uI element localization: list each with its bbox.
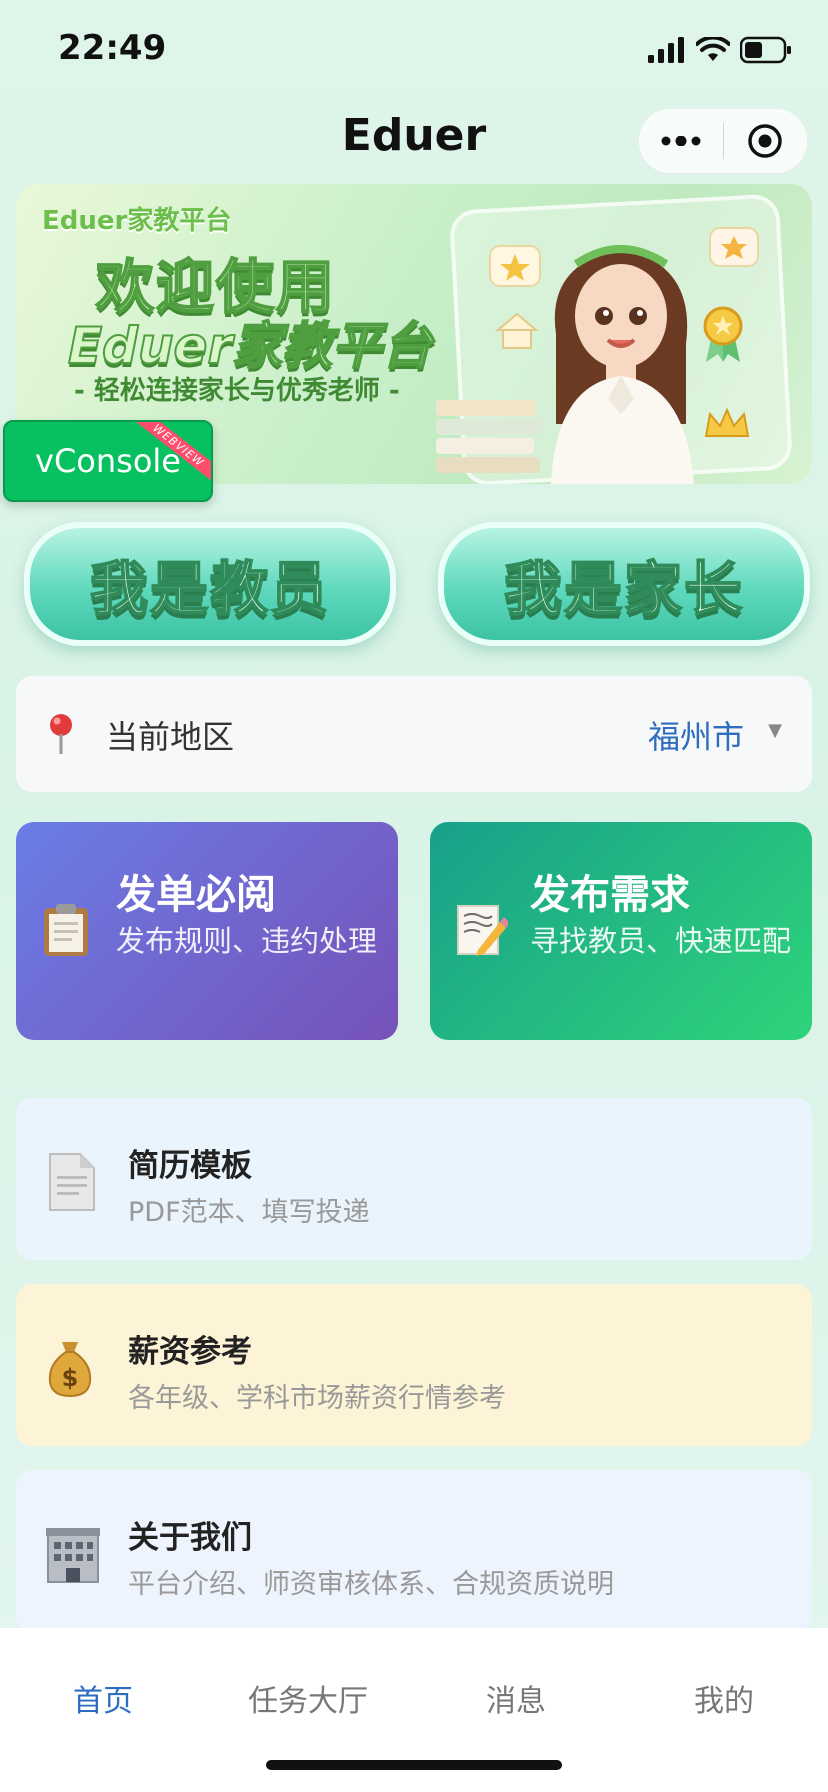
about-us-card[interactable]: 关于我们 平台介绍、师资审核体系、合规资质说明 (16, 1470, 812, 1632)
region-selector[interactable]: 当前地区 福州市 ▼ (16, 676, 812, 792)
tab-mine[interactable]: 我的 (624, 1676, 824, 1720)
about-us-sub: 平台介绍、师资审核体系、合规资质说明 (128, 1569, 614, 1600)
home-indicator (266, 1760, 562, 1770)
banner-platform-text: Eduer家教平台 (67, 316, 433, 376)
vconsole-button[interactable]: vConsole WEBVIEW (3, 420, 213, 502)
mini-program-capsule (638, 108, 808, 174)
tab-messages[interactable]: 消息 (416, 1676, 616, 1720)
wifi-icon (696, 37, 730, 61)
i-am-parent-button[interactable]: 我是家长 (438, 522, 810, 646)
memo-icon (457, 905, 508, 956)
post-request-title: 发布需求 (530, 872, 690, 918)
more-dots-icon (661, 136, 701, 146)
status-icons (648, 32, 792, 68)
tab-task-hall[interactable]: 任务大厅 (208, 1676, 408, 1720)
teacher-character-illustration (551, 245, 694, 484)
tab-home[interactable]: 首页 (3, 1676, 203, 1720)
money-bag-icon: $ (48, 1342, 92, 1398)
target-close-icon (748, 124, 782, 158)
status-bar: 22:49 (0, 0, 828, 100)
dropdown-arrow-icon: ▼ (768, 720, 782, 741)
salary-reference-title: 薪资参考 (128, 1334, 252, 1370)
house-icon (495, 312, 539, 349)
banner-slogan: - 轻松连接家长与优秀老师 - (74, 376, 400, 406)
resume-template-title: 简历模板 (128, 1148, 252, 1184)
close-button[interactable] (724, 109, 808, 173)
parent-label: 我是家长 (503, 554, 744, 624)
office-building-icon (46, 1528, 100, 1583)
crown-icon (704, 407, 750, 437)
book-stack-illustration (436, 400, 546, 480)
post-request-card[interactable]: 发布需求 寻找教员、快速匹配 (430, 822, 812, 1040)
resume-template-card[interactable]: 简历模板 PDF范本、填写投递 (16, 1098, 812, 1260)
i-am-teacher-button[interactable]: 我是教员 (24, 522, 396, 646)
medal-icon (703, 306, 743, 362)
signal-icon (648, 37, 684, 63)
vconsole-label: vConsole (35, 442, 181, 480)
salary-reference-sub: 各年级、学科市场薪资行情参考 (128, 1383, 506, 1414)
banner-brand: Eduer家教平台 (42, 206, 232, 236)
location-pin-icon (50, 714, 72, 754)
svg-text:$: $ (62, 1364, 79, 1392)
more-button[interactable] (639, 109, 723, 173)
resume-template-sub: PDF范本、填写投递 (128, 1197, 370, 1228)
clipboard-icon (44, 904, 88, 956)
must-read-title: 发单必阅 (116, 872, 276, 918)
post-request-desc: 寻找教员、快速匹配 (530, 924, 792, 958)
teacher-label: 我是教员 (89, 554, 330, 624)
must-read-card[interactable]: 发单必阅 发布规则、违约处理 (16, 822, 398, 1040)
must-read-desc: 发布规则、违约处理 (116, 924, 378, 958)
region-label: 当前地区 (106, 718, 235, 756)
salary-reference-card[interactable]: $ 薪资参考 各年级、学科市场薪资行情参考 (16, 1284, 812, 1446)
region-city-value[interactable]: 福州市 (648, 712, 744, 758)
chat-heart-icon (709, 227, 759, 267)
battery-icon (740, 36, 791, 64)
about-us-title: 关于我们 (128, 1520, 252, 1556)
document-icon (49, 1153, 95, 1211)
status-time: 22:49 (58, 28, 167, 68)
